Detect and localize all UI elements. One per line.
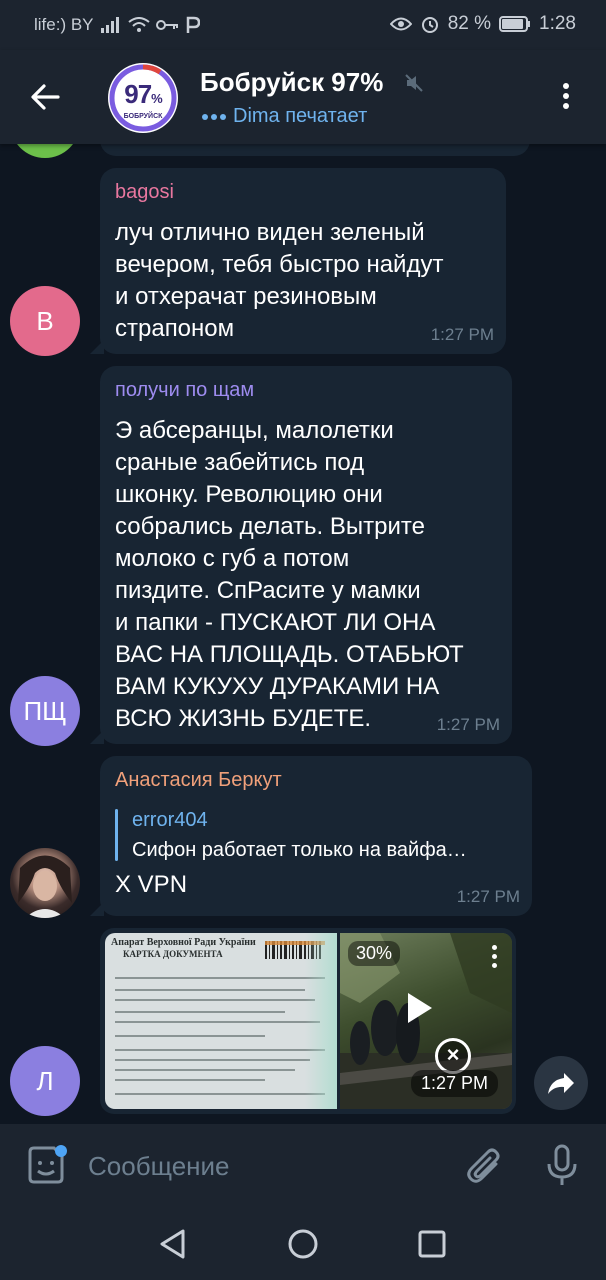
microphone-icon[interactable] [546, 1144, 578, 1188]
doc-title: КАРТКА ДОКУМЕНТА [123, 949, 223, 959]
cancel-download-icon[interactable]: × [435, 1038, 471, 1074]
p-notification-icon [186, 16, 200, 33]
system-nav-bar [0, 1208, 606, 1280]
download-progress: 30% [348, 941, 401, 966]
back-arrow-icon[interactable] [28, 80, 64, 114]
logo-subtitle: БОБРУЙСК [123, 113, 163, 120]
signal-icon [100, 17, 119, 33]
avatar-l[interactable]: Л [10, 1046, 80, 1116]
chat-avatar[interactable]: 97% БОБРУЙСК [108, 63, 178, 133]
attach-icon[interactable] [466, 1146, 504, 1188]
nav-home-icon[interactable] [287, 1228, 319, 1260]
sender-name[interactable]: Анастасия Беркут [115, 769, 282, 792]
previous-avatar [10, 144, 80, 158]
play-icon[interactable] [408, 993, 432, 1023]
key-icon [155, 20, 178, 30]
carrier-label: life:) BY [34, 15, 94, 34]
message-text: X VPN [115, 871, 188, 898]
reply-snippet[interactable]: Сифон работает только на вайфа… [132, 839, 467, 862]
share-button[interactable] [534, 1056, 588, 1110]
nav-recents-icon[interactable] [418, 1230, 446, 1258]
typing-indicator: Dima печатает [201, 105, 367, 128]
user-photo-icon [18, 855, 72, 918]
chat-title[interactable]: Бобруйск 97% [200, 67, 383, 98]
reply-sender[interactable]: error404 [132, 809, 208, 832]
media-album[interactable]: Апарат Верховної Ради України КАРТКА ДОК… [100, 928, 516, 1114]
alarm-icon [421, 17, 438, 33]
wifi-icon [127, 17, 150, 32]
more-menu-icon[interactable] [560, 83, 572, 115]
typing-text: Dima печатает [233, 105, 368, 127]
nav-back-icon[interactable] [158, 1228, 188, 1260]
typing-dots-icon [202, 113, 226, 120]
doc-header: Апарат Верховної Ради України [111, 937, 256, 948]
avatar-poluchi[interactable]: ПЩ [10, 676, 80, 746]
sender-name[interactable]: получи по щам [115, 379, 254, 402]
avatar-bagosi[interactable]: B [10, 286, 80, 356]
share-arrow-icon [548, 1073, 574, 1094]
previous-bubble [100, 144, 530, 156]
avatar-letter: Л [36, 1066, 54, 1096]
clock: 1:28 [539, 13, 576, 34]
message-list[interactable]: B bagosi луч отлично виден зеленый вечер… [0, 144, 606, 1124]
avatar-letter: B [36, 306, 54, 336]
message-time: 1:27 PM [456, 887, 520, 906]
logo-number: 97 [124, 79, 152, 109]
message-text: Э абсеранцы, малолетки сраные забейтись … [115, 417, 464, 732]
message-time: 1:27 PM [436, 715, 500, 734]
sticker-emoji-icon[interactable] [24, 1144, 68, 1188]
document-photo[interactable]: Апарат Верховної Ради України КАРТКА ДОК… [105, 933, 337, 1109]
message-time: 1:27 PM [430, 325, 494, 344]
reply-bar [115, 809, 118, 861]
message-composer: Сообщение [0, 1124, 606, 1208]
status-bar: life:) BY 82 % 1:28 [0, 0, 606, 50]
message-bubble[interactable]: Анастасия Беркут error404 Сифон работает… [90, 756, 532, 916]
message-time: 1:27 PM [410, 1070, 498, 1097]
eye-icon [389, 17, 412, 31]
message-bubble[interactable]: получи по щам Э абсеранцы, малолетки сра… [90, 366, 512, 744]
avatar-letter: ПЩ [23, 696, 67, 726]
chat-header: 97% БОБРУЙСК Бобруйск 97% Dima печатает [0, 50, 606, 144]
logo-percent: % [151, 91, 163, 106]
battery-icon [499, 16, 531, 32]
message-input[interactable]: Сообщение [88, 1151, 230, 1182]
video-more-icon[interactable] [492, 945, 498, 972]
message-bubble[interactable]: bagosi луч отлично виден зеленый вечером… [90, 168, 506, 354]
video-thumbnail[interactable]: 30% × 1:27 PM [340, 933, 512, 1109]
muted-speaker-icon [405, 74, 423, 92]
sender-name[interactable]: bagosi [115, 181, 174, 204]
avatar-anastasia[interactable] [10, 848, 80, 918]
message-text: луч отлично виден зеленый вечером, тебя … [115, 219, 444, 342]
battery-percent: 82 % [447, 13, 492, 34]
